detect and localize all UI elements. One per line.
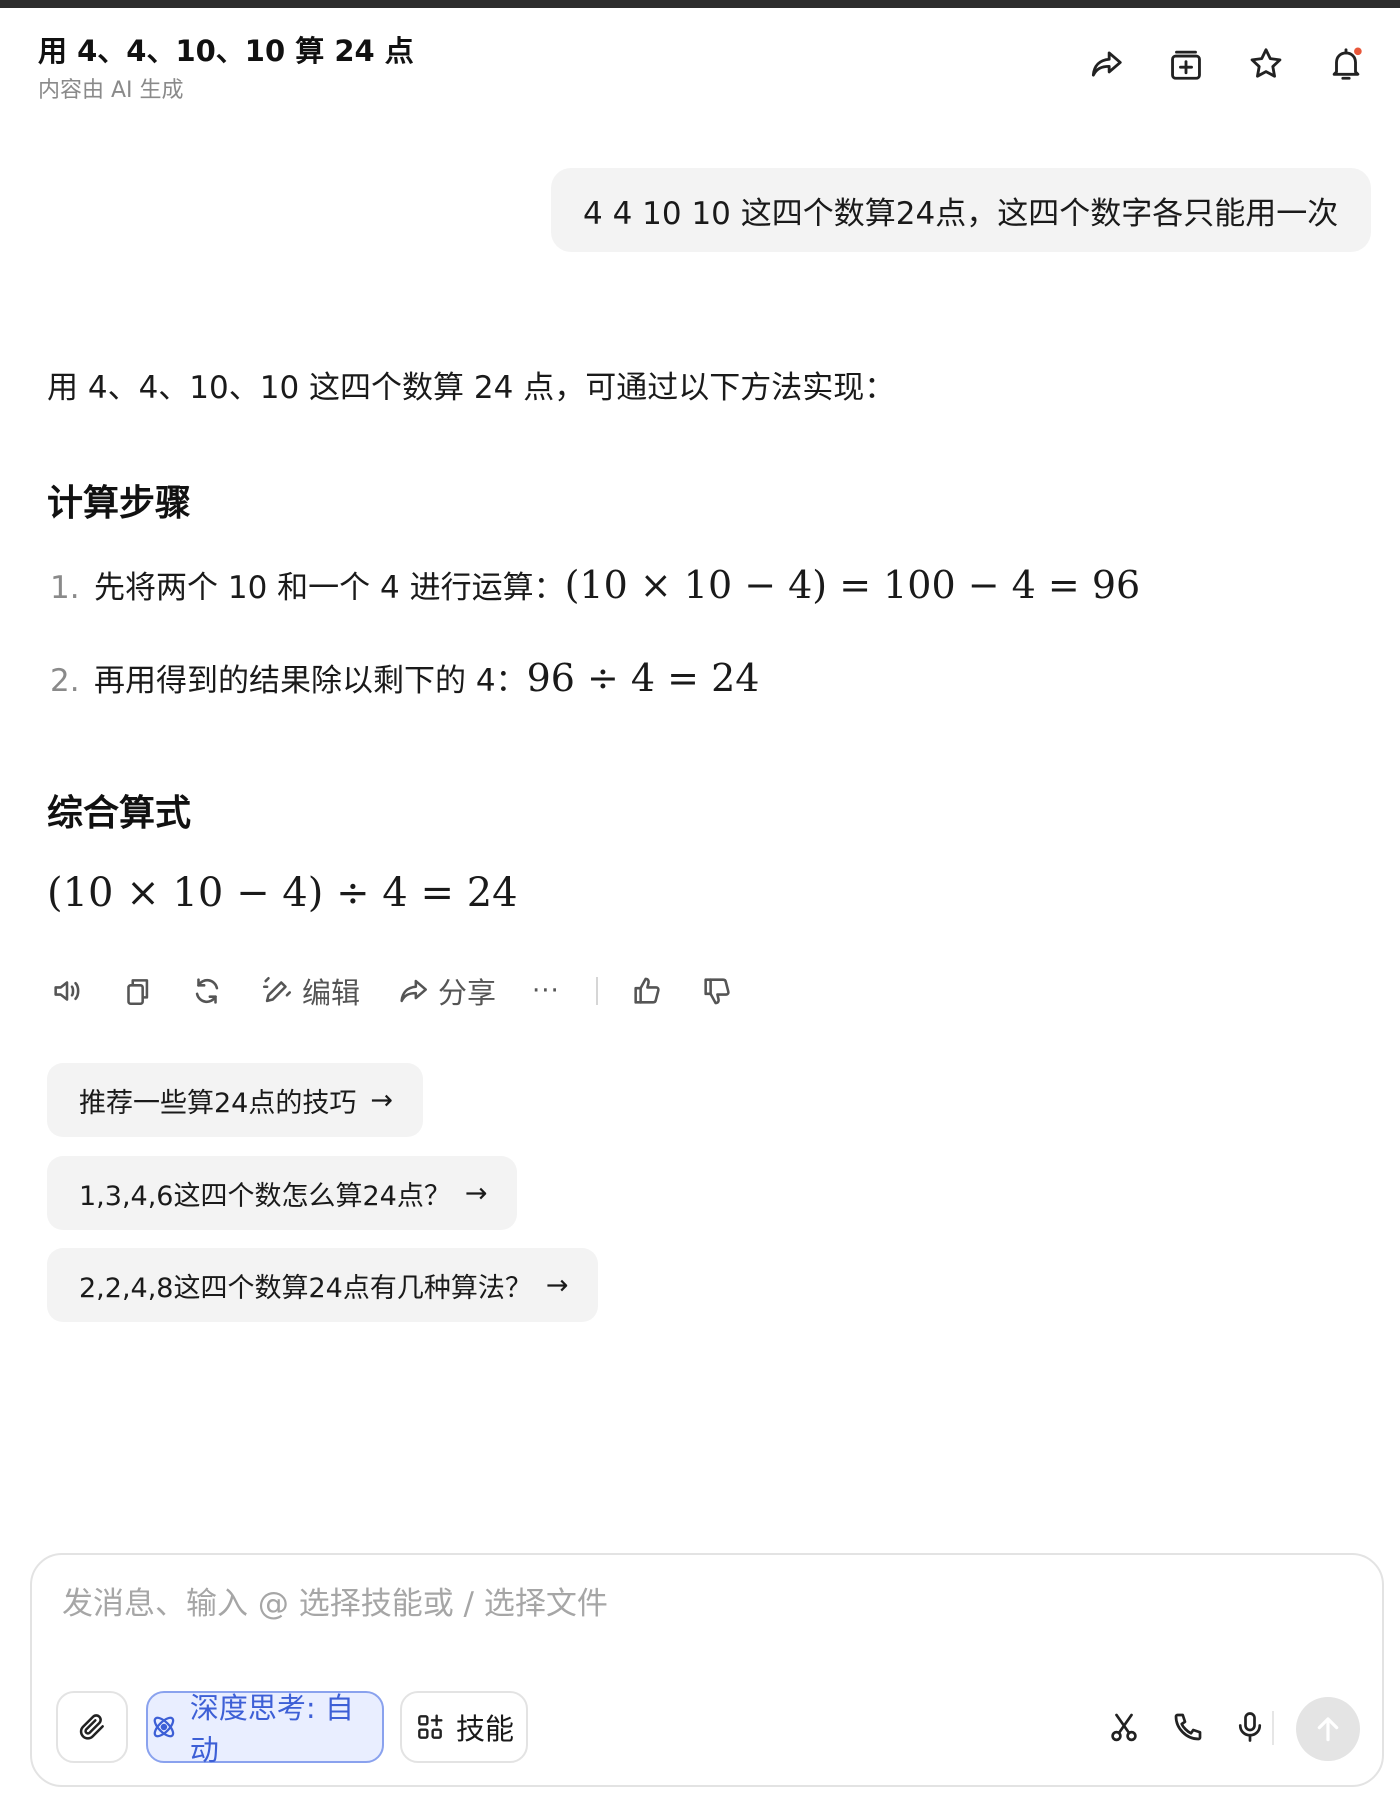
user-message-bubble: 4 4 10 10 这四个数算24点，这四个数字各只能用一次	[551, 168, 1371, 252]
more-icon: ···	[532, 976, 560, 1006]
star-icon	[1250, 48, 1282, 78]
phone-icon	[1174, 1713, 1202, 1741]
share-answer-button[interactable]: 分享	[396, 966, 496, 1016]
actions-divider	[595, 977, 598, 1005]
arrow-right-icon: →	[464, 1177, 488, 1209]
suggestion-chip[interactable]: 1,3,4,6这四个数怎么算24点？ →	[47, 1156, 518, 1230]
page-title: 用 4、4、10、10 算 24 点	[38, 34, 414, 68]
arrow-right-icon: →	[545, 1269, 569, 1301]
deep-thinking-toggle[interactable]: 深度思考: 自动	[146, 1691, 384, 1767]
step-item: 2. 再用得到的结果除以剩下的 4： 96 ÷ 4 = 24	[50, 655, 759, 700]
answer-intro: 用 4、4、10、10 这四个数算 24 点，可通过以下方法实现：	[47, 370, 896, 406]
step-math: (10 × 10 − 4) = 100 − 4 = 96	[564, 563, 1141, 607]
thumbs-up-button[interactable]	[630, 966, 664, 1016]
edit-icon	[262, 976, 292, 1003]
regenerate-button[interactable]	[190, 966, 224, 1016]
thumbs-up-icon	[634, 977, 660, 1004]
arrow-right-icon: →	[370, 1084, 393, 1116]
user-message-text: 4 4 10 10 这四个数算24点，这四个数字各只能用一次	[583, 195, 1339, 232]
atom-icon	[153, 1716, 175, 1738]
message-actions: 编辑 分享 ···	[50, 966, 770, 1016]
arrow-up-icon	[1317, 1717, 1339, 1742]
section-title-steps: 计算步骤	[47, 483, 192, 524]
message-input[interactable]	[60, 1585, 1264, 1623]
section-title-formula: 综合算式	[47, 793, 192, 834]
copy-button[interactable]	[120, 966, 154, 1016]
paperclip-icon	[79, 1714, 104, 1740]
step-number: 2.	[50, 663, 80, 699]
ai-generated-note: 内容由 AI 生成	[38, 78, 184, 103]
suggestion-text: 推荐一些算24点的技巧	[79, 1087, 357, 1119]
more-button[interactable]: ···	[532, 966, 560, 1016]
scissors-icon	[1111, 1713, 1137, 1742]
share-label: 分享	[438, 976, 497, 1010]
skills-button[interactable]: 技能	[400, 1691, 528, 1763]
suggestion-chip[interactable]: 推荐一些算24点的技巧 →	[47, 1063, 423, 1137]
regenerate-icon	[195, 978, 219, 1004]
suggestion-chip[interactable]: 2,2,4,8这四个数算24点有几种算法？ →	[47, 1248, 599, 1322]
speaker-icon	[54, 981, 80, 1001]
step-item: 1. 先将两个 10 和一个 4 进行运算： (10 × 10 − 4) = 1…	[50, 562, 1140, 607]
step-text: 先将两个 10 和一个 4 进行运算：	[94, 570, 565, 606]
attach-button[interactable]	[56, 1691, 128, 1763]
edit-button[interactable]: 编辑	[260, 966, 360, 1016]
notification-button[interactable]	[1322, 40, 1370, 88]
top-window-bar	[0, 0, 1400, 8]
edit-label: 编辑	[302, 976, 361, 1010]
thumbs-down-button[interactable]	[700, 966, 734, 1016]
suggestion-text: 2,2,4,8这四个数算24点有几种算法？	[79, 1272, 532, 1304]
send-button[interactable]	[1296, 1697, 1360, 1761]
add-to-collection-button[interactable]	[1162, 40, 1210, 88]
composer-divider	[1272, 1711, 1274, 1745]
message-composer: 深度思考: 自动 技能	[30, 1553, 1384, 1787]
deep-thinking-label: 深度思考: 自动	[189, 1691, 354, 1767]
voice-call-button[interactable]	[1166, 1705, 1210, 1749]
step-number: 1.	[50, 570, 80, 606]
screenshot-cut-button[interactable]	[1102, 1705, 1146, 1749]
bell-icon	[1332, 47, 1362, 80]
microphone-icon	[1238, 1712, 1262, 1742]
voice-input-button[interactable]	[1228, 1705, 1272, 1749]
header-share-button[interactable]	[1082, 40, 1130, 88]
step-math: 96 ÷ 4 = 24	[526, 656, 760, 700]
step-text: 再用得到的结果除以剩下的 4：	[94, 663, 527, 699]
share-icon	[1091, 51, 1122, 77]
share-icon	[400, 979, 428, 1003]
combined-formula: (10 × 10 − 4) ÷ 4 = 24	[47, 870, 518, 916]
favorite-button[interactable]	[1242, 40, 1290, 88]
suggestion-text: 1,3,4,6这四个数怎么算24点？	[79, 1180, 451, 1212]
thumbs-down-icon	[704, 978, 730, 1005]
add-to-collection-icon	[1171, 50, 1201, 80]
apps-icon	[418, 1714, 443, 1739]
copy-icon	[127, 979, 149, 1006]
read-aloud-button[interactable]	[50, 966, 84, 1016]
skills-label: 技能	[455, 1712, 514, 1746]
